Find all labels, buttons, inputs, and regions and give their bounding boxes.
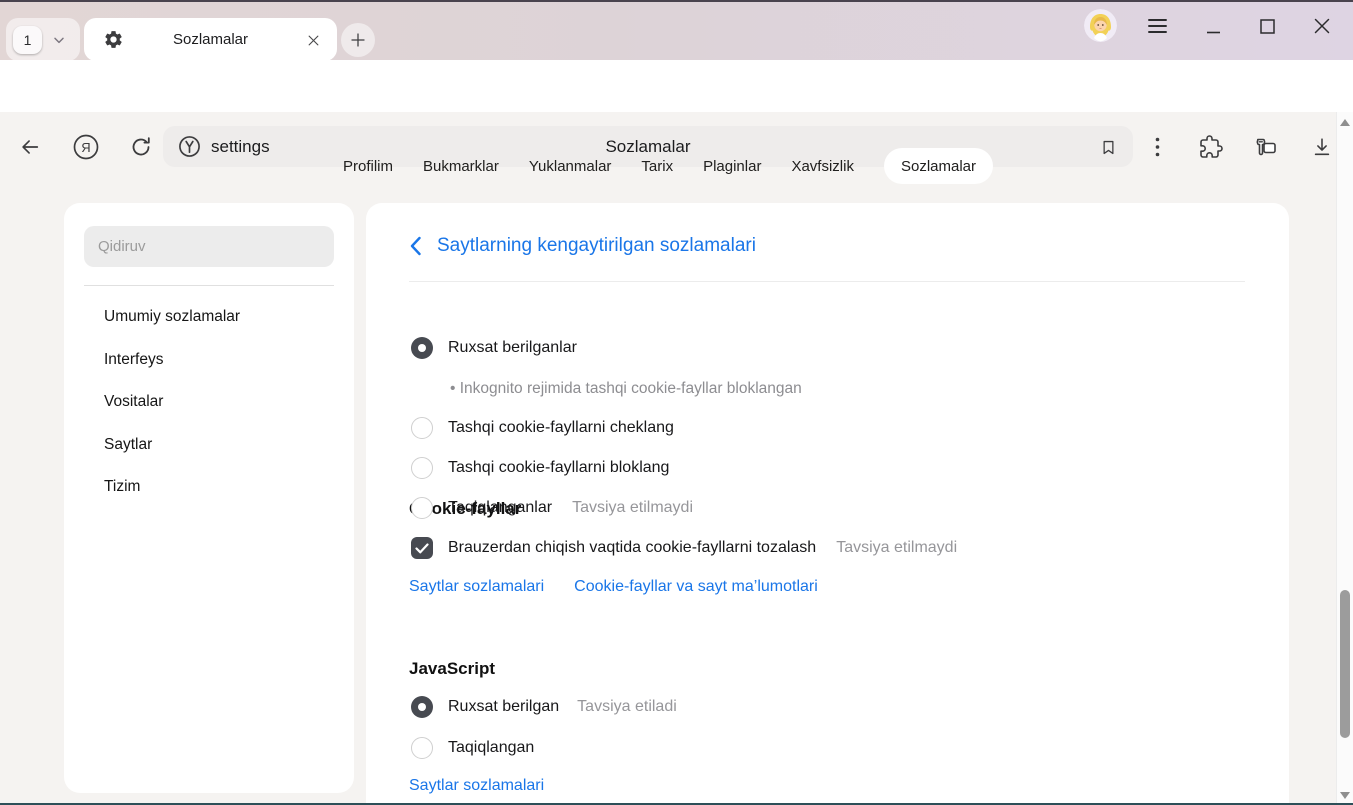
checkbox-checked[interactable] (411, 537, 433, 559)
radio-row-js-ruxsat: Ruxsat berilgan Tavsiya etiladi (411, 696, 677, 718)
link-saytlar-sozlamalari[interactable]: Saytlar sozlamalari (409, 578, 544, 596)
browser-toolbar: Я settings Sozlamalar (0, 60, 1353, 112)
radio-unselected[interactable] (411, 457, 433, 479)
tab-strip: 1 Sozlamalar (0, 0, 1353, 60)
sidebar-item-tizim[interactable]: Tizim (104, 478, 140, 496)
nav-tab-tarix[interactable]: Tarix (641, 158, 673, 175)
radio-unselected[interactable] (411, 737, 433, 759)
browser-window: 1 Sozlamalar (0, 0, 1353, 805)
profile-avatar[interactable] (1084, 9, 1117, 42)
radio-row-taqiqlanganlar: Taqiqlanganlar Tavsiya etilmaydi (411, 497, 693, 519)
maximize-button[interactable] (1252, 11, 1282, 41)
back-link[interactable]: Saytlarning kengaytirilgan sozlamalari (409, 235, 756, 257)
tab-close-icon[interactable] (301, 28, 325, 52)
radio-row-js-taqiqlangan: Taqiqlangan (411, 737, 534, 759)
hint-text: Tavsiya etilmaydi (572, 499, 693, 517)
link-saytlar-sozlamalari[interactable]: Saytlar sozlamalari (409, 777, 544, 795)
minimize-button[interactable] (1198, 11, 1228, 41)
new-tab-button[interactable] (341, 23, 375, 57)
nav-tab-yuklanmalar[interactable]: Yuklanmalar (529, 158, 612, 175)
chevron-down-icon[interactable] (51, 32, 67, 48)
scrollbar[interactable] (1336, 112, 1353, 805)
settings-content: Saytlarning kengaytirilgan sozlamalari C… (366, 203, 1289, 805)
sidebar-item-vositalar[interactable]: Vositalar (104, 393, 163, 411)
radio-unselected[interactable] (411, 497, 433, 519)
divider (84, 285, 334, 286)
tab-group-button[interactable]: 1 (6, 18, 80, 61)
checkbox-label[interactable]: Brauzerdan chiqish vaqtida cookie-faylla… (448, 539, 816, 557)
nav-tab-bukmarklar[interactable]: Bukmarklar (423, 158, 499, 175)
cookie-note: • Inkognito rejimida tashqi cookie-fayll… (450, 380, 802, 398)
radio-label[interactable]: Tashqi cookie-fayllarni cheklang (448, 419, 674, 437)
chevron-left-icon[interactable] (409, 236, 422, 256)
radio-label[interactable]: Taqiqlangan (448, 739, 534, 757)
settings-sidebar: Umumiy sozlamalar Interfeys Vositalar Sa… (64, 203, 354, 793)
hint-text: Tavsiya etiladi (577, 698, 677, 716)
scroll-down-icon[interactable] (1340, 792, 1350, 799)
radio-row-bloklang: Tashqi cookie-fayllarni bloklang (411, 457, 669, 479)
close-window-button[interactable] (1307, 11, 1337, 41)
radio-label[interactable]: Ruxsat berilganlar (448, 339, 577, 357)
radio-label[interactable]: Ruxsat berilgan (448, 698, 559, 716)
radio-selected[interactable] (411, 696, 433, 718)
radio-label[interactable]: Tashqi cookie-fayllarni bloklang (448, 459, 669, 477)
search-input[interactable] (84, 226, 334, 267)
radio-row-ruxsat-berilganlar: Ruxsat berilganlar (411, 337, 577, 359)
scrollbar-thumb[interactable] (1340, 590, 1350, 738)
radio-row-cheklang: Tashqi cookie-fayllarni cheklang (411, 417, 674, 439)
tab-title: Sozlamalar (84, 31, 337, 48)
nav-tab-plaginlar[interactable]: Plaginlar (703, 158, 761, 175)
tab-count-badge[interactable]: 1 (13, 26, 42, 54)
scroll-up-icon[interactable] (1340, 119, 1350, 126)
nav-tab-xavfsizlik[interactable]: Xavfsizlik (791, 158, 854, 175)
radio-selected[interactable] (411, 337, 433, 359)
hint-text: Tavsiya etilmaydi (836, 539, 957, 557)
javascript-links: Saytlar sozlamalari (409, 777, 544, 795)
browser-tab[interactable]: Sozlamalar (84, 18, 337, 61)
radio-unselected[interactable] (411, 417, 433, 439)
cookie-links: Saytlar sozlamalari Cookie-fayllar va sa… (409, 578, 818, 596)
divider (409, 281, 1245, 282)
nav-tab-sozlamalar[interactable]: Sozlamalar (884, 148, 993, 184)
radio-label[interactable]: Taqiqlanganlar (448, 499, 552, 517)
menu-hamburger-icon[interactable] (1142, 11, 1172, 41)
sidebar-item-interfeys[interactable]: Interfeys (104, 351, 163, 369)
settings-nav: Profilim Bukmarklar Yuklanmalar Tarix Pl… (0, 147, 1336, 185)
javascript-section-heading: JavaScript (409, 659, 495, 679)
sidebar-item-umumiy[interactable]: Umumiy sozlamalar (104, 308, 240, 326)
nav-tab-profilim[interactable]: Profilim (343, 158, 393, 175)
link-cookie-sayt-malumotlari[interactable]: Cookie-fayllar va sayt ma’lumotlari (574, 578, 818, 596)
checkbox-row-cookie-clear: Brauzerdan chiqish vaqtida cookie-faylla… (411, 537, 957, 559)
section-back-title[interactable]: Saytlarning kengaytirilgan sozlamalari (437, 235, 756, 257)
sidebar-item-saytlar[interactable]: Saytlar (104, 436, 152, 454)
